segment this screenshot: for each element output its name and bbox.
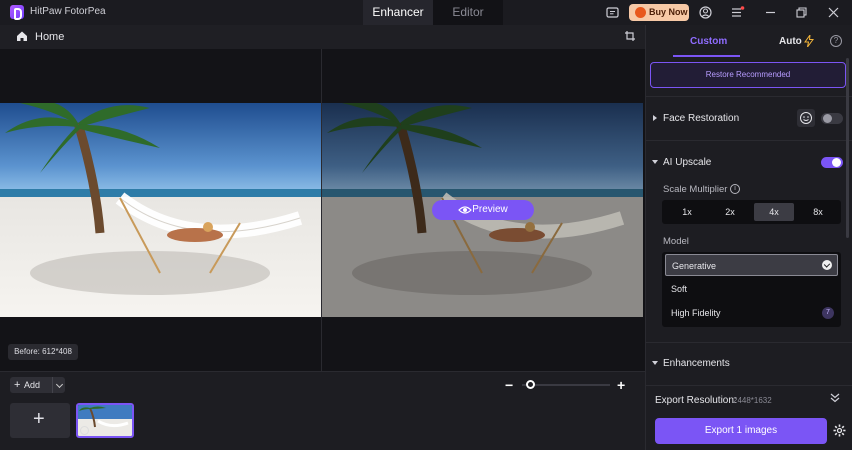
export-resolution-label: Export Resolution: <box>655 395 737 406</box>
sub-header <box>0 25 645 49</box>
before-size-badge: Before: 612*408 <box>8 344 78 360</box>
tab-editor[interactable]: Editor <box>433 0 503 25</box>
before-image <box>0 103 321 317</box>
zoom-slider[interactable] <box>522 384 610 386</box>
enhancements-title[interactable]: Enhancements <box>663 358 730 369</box>
section-divider <box>646 342 852 343</box>
tab-underline <box>673 55 740 57</box>
plus-icon: + <box>33 408 45 430</box>
zoom-in-button[interactable]: + <box>617 377 625 393</box>
panel-scrollbar[interactable] <box>846 58 849 238</box>
scale-option-1x[interactable]: 1x <box>667 203 707 221</box>
section-divider <box>646 385 852 386</box>
chevron-right-icon[interactable] <box>653 115 657 121</box>
section-divider <box>646 96 852 97</box>
face-icon-button[interactable] <box>797 109 815 127</box>
double-chevron-down-icon[interactable] <box>830 393 840 403</box>
tab-custom[interactable]: Custom <box>690 36 727 47</box>
buy-now-label: Buy Now <box>649 7 688 17</box>
home-link[interactable]: Home <box>35 31 64 43</box>
face-icon <box>800 112 812 124</box>
face-restoration-toggle[interactable] <box>821 113 843 124</box>
chevron-down-icon[interactable] <box>652 361 658 365</box>
zoom-out-button[interactable]: − <box>505 377 513 393</box>
export-resolution-value: 2448*1632 <box>733 396 772 405</box>
scale-multiplier-label: Scale Multiplier <box>663 184 728 195</box>
toggle-knob <box>832 158 841 167</box>
preview-button[interactable]: Preview <box>432 200 534 220</box>
section-divider <box>646 140 852 141</box>
add-button[interactable]: + Add <box>10 377 65 393</box>
model-name: High Fidelity <box>671 308 721 318</box>
mode-tabs: Enhancer Editor <box>363 0 503 25</box>
scale-option-2x[interactable]: 2x <box>710 203 750 221</box>
model-name: Generative <box>672 261 717 271</box>
clock-icon <box>80 426 89 435</box>
account-icon[interactable] <box>699 6 712 19</box>
scale-option-8x[interactable]: 8x <box>798 203 838 221</box>
gear-icon[interactable] <box>833 424 846 437</box>
info-icon[interactable]: i <box>730 184 740 194</box>
minimize-icon[interactable] <box>764 6 777 19</box>
scale-multiplier-selector: 1x 2x 4x 8x <box>662 200 841 224</box>
app-title: HitPaw FotorPea <box>30 6 106 17</box>
buy-now-button[interactable]: Buy Now <box>629 4 689 21</box>
tab-enhancer[interactable]: Enhancer <box>363 0 433 25</box>
plus-icon: + <box>14 379 21 391</box>
restore-window-icon[interactable] <box>795 6 808 19</box>
eye-icon <box>458 206 472 214</box>
app-logo-icon <box>10 5 24 20</box>
face-restoration-title[interactable]: Face Restoration <box>663 113 739 124</box>
ai-upscale-title[interactable]: AI Upscale <box>663 157 711 168</box>
add-image-tile[interactable]: + <box>10 403 70 438</box>
model-option-soft[interactable]: Soft <box>665 278 838 300</box>
lightning-icon <box>804 35 814 47</box>
model-label: Model <box>663 236 689 247</box>
model-option-high-fidelity[interactable]: High Fidelity 7 <box>665 302 838 324</box>
tab-auto[interactable]: Auto <box>779 36 802 47</box>
chevron-down-icon[interactable] <box>652 160 658 164</box>
add-divider <box>52 377 53 393</box>
chevron-down-icon[interactable] <box>55 380 64 389</box>
ai-upscale-toggle[interactable] <box>821 157 843 168</box>
home-icon[interactable] <box>16 30 28 42</box>
model-name: Soft <box>671 284 688 294</box>
cart-icon <box>635 7 646 18</box>
model-option-generative[interactable]: Generative <box>665 254 838 276</box>
menu-icon[interactable] <box>731 6 745 19</box>
add-label: Add <box>24 380 41 390</box>
restore-recommended-button[interactable]: Restore Recommended <box>650 62 846 88</box>
help-icon[interactable]: ? <box>830 35 842 47</box>
toggle-knob <box>823 114 832 123</box>
export-button[interactable]: Export 1 images <box>655 418 827 444</box>
check-icon <box>822 260 832 270</box>
preview-label: Preview <box>472 204 508 215</box>
scale-option-4x[interactable]: 4x <box>754 203 794 221</box>
feedback-icon[interactable] <box>606 6 619 19</box>
model-count-badge: 7 <box>822 307 834 319</box>
close-icon[interactable] <box>827 6 840 19</box>
crop-icon[interactable] <box>624 30 636 42</box>
